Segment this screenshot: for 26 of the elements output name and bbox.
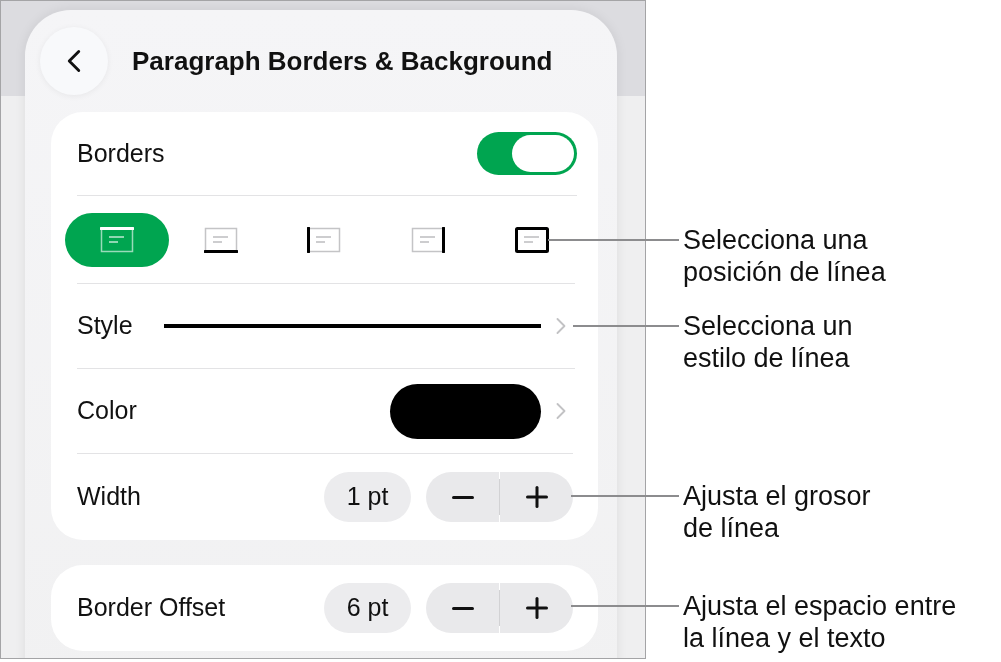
border-position-icon [515, 226, 550, 253]
callout-text: Selecciona un estilo de línea [683, 310, 854, 374]
minus-icon [451, 606, 474, 610]
minus-icon [451, 495, 474, 499]
setting-label: Color [77, 395, 137, 427]
value-field[interactable]: 1 pt [324, 472, 411, 522]
increment-button[interactable] [500, 583, 573, 633]
line-style-preview[interactable] [163, 324, 542, 328]
setting-label: Borders [77, 137, 165, 169]
setting-label: Style [77, 310, 134, 342]
borders-toggle[interactable] [477, 132, 577, 175]
border-position-icon [203, 226, 238, 253]
border-position-icon [99, 226, 134, 253]
setting-label: Width [77, 481, 141, 513]
value-field[interactable]: 6 pt [324, 583, 411, 633]
panel-title: Paragraph Borders & Background [132, 44, 553, 78]
callout-text: Ajusta el grosor de línea [683, 480, 872, 544]
callout-text: Ajusta el espacio entre la línea y el texto [683, 590, 957, 654]
border-position-icon [411, 226, 446, 253]
plus-icon [525, 597, 548, 619]
increment-button[interactable] [500, 472, 573, 522]
color-swatch[interactable] [390, 383, 541, 439]
setting-label: Border Offset [77, 592, 226, 624]
border-position-icon [307, 226, 342, 253]
plus-icon [525, 486, 548, 508]
callout-text: Selecciona una posición de línea [683, 224, 887, 288]
